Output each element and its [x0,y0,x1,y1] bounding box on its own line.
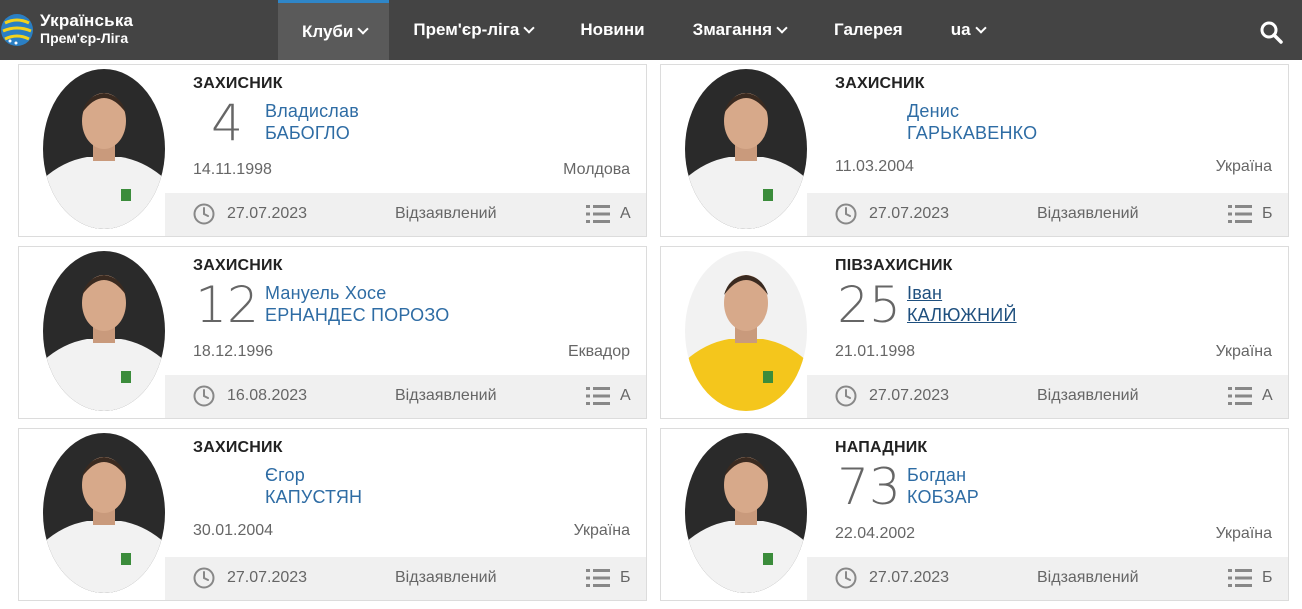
player-birth-date: 22.04.2002 [835,525,916,542]
player-position: ЗАХИСНИК [193,75,283,92]
player-birth-date: 11.03.2004 [835,158,914,175]
player-first-name[interactable]: Мануель Хосе [265,283,386,304]
squad-list-letter: А [620,205,631,222]
player-birth-date: 21.01.1998 [835,343,916,360]
player-country: Еквадор [567,343,630,360]
registration-date: 16.08.2023 [227,387,308,404]
player-last-name[interactable]: БАБОГЛО [265,123,350,144]
player-last-name[interactable]: КАЛЮЖНИЙ [907,305,1017,326]
menu-item-label: Новини [580,20,645,39]
registration-status: Відзаявлений [1037,569,1139,586]
player-country: Україна [1215,343,1272,360]
list-icon [586,387,610,405]
player-number: 12 [195,276,259,334]
list-icon [586,205,610,223]
league-ball-logo [1,14,33,46]
chevron-down-icon [357,23,370,35]
player-last-name[interactable]: ГАРЬКАВЕНКО [907,123,1037,144]
menu-item-clubs[interactable]: Клуби [278,0,390,60]
menu-item-language[interactable]: ua [927,0,1009,60]
search-icon[interactable] [1259,20,1283,44]
player-first-name[interactable]: Денис [907,101,959,122]
registration-date: 27.07.2023 [869,205,950,222]
player-photo[interactable] [685,433,807,593]
menu-item-gallery[interactable]: Галерея [810,0,927,60]
clock-icon [835,385,857,407]
player-photo[interactable] [685,69,807,229]
main-menu: Клуби Прем'єр-ліга Новини Змагання Галер… [278,0,1009,60]
player-last-name[interactable]: КАПУСТЯН [265,487,362,508]
player-country: Україна [1215,525,1272,542]
player-number: 25 [837,276,901,334]
player-number: 73 [837,458,901,516]
list-icon [586,569,610,587]
clock-icon [835,203,857,225]
player-last-name[interactable]: ЕРНАНДЕС ПОРОЗО [265,305,449,326]
player-card: ЗАХИСНИК Денис ГАРЬКАВЕНКО 11.03.2004 Ук… [660,64,1289,237]
player-number: 4 [211,94,243,152]
chevron-down-icon [776,21,788,34]
logo-line-1: Українська [40,11,134,30]
player-card: ПІВЗАХИСНИК 25 Іван КАЛЮЖНИЙ 21.01.1998 … [660,246,1289,419]
player-photo[interactable] [43,433,165,593]
chevron-down-icon [523,21,535,34]
player-position: ЗАХИСНИК [193,257,283,274]
player-country: Україна [1215,158,1272,175]
menu-item-news[interactable]: Новини [557,0,668,60]
squad-list-letter: А [1262,387,1273,404]
registration-status: Відзаявлений [395,387,497,404]
player-birth-date: 30.01.2004 [193,522,274,539]
menu-item-label: Клуби [302,21,354,41]
registration-status: Відзаявлений [395,569,497,586]
player-first-name[interactable]: Іван [907,283,942,304]
player-photo[interactable] [43,251,165,411]
squad-list-letter: А [620,387,631,404]
list-icon [1228,205,1252,223]
registration-status: Відзаявлений [1037,387,1139,404]
player-birth-date: 14.11.1998 [193,161,272,178]
squad-list-letter: Б [1262,569,1273,586]
player-card: ЗАХИСНИК Єгор КАПУСТЯН 30.01.2004 Україн… [18,428,647,601]
registration-date: 27.07.2023 [869,569,950,586]
registration-status: Відзаявлений [395,205,497,222]
player-country: Україна [573,522,630,539]
player-card: ЗАХИСНИК 12 Мануель Хосе ЕРНАНДЕС ПОРОЗО… [18,246,647,419]
menu-item-label: Змагання [692,20,773,39]
player-last-name[interactable]: КОБЗАР [907,487,979,508]
menu-item-label: ua [950,20,971,39]
player-photo[interactable] [43,69,165,229]
player-first-name[interactable]: Єгор [265,465,305,486]
player-position: ЗАХИСНИК [835,75,925,92]
clock-icon [193,385,215,407]
clock-icon [193,203,215,225]
clock-icon [193,567,215,589]
squad-list-letter: Б [1262,205,1273,222]
list-icon [1228,387,1252,405]
player-card: ЗАХИСНИК 4 Владислав БАБОГЛО 14.11.1998 … [18,64,647,237]
squad-list-letter: Б [620,569,631,586]
registration-date: 27.07.2023 [227,569,308,586]
menu-item-label: Прем'єр-ліга [413,20,520,39]
player-position: НАПАДНИК [835,439,928,456]
logo-line-2: Прем'єр-Ліга [40,30,129,46]
player-country: Молдова [563,161,630,178]
player-first-name[interactable]: Владислав [265,101,359,122]
player-card: НАПАДНИК 73 Богдан КОБЗАР 22.04.2002 Укр… [660,428,1289,601]
registration-date: 27.07.2023 [869,387,950,404]
top-nav: Українська Прем'єр-Ліга Клуби Прем'єр-лі… [0,0,1302,60]
menu-item-competitions[interactable]: Змагання [669,0,810,60]
list-icon [1228,569,1252,587]
logo-text: Українська Прем'єр-Ліга [40,11,180,46]
player-position: ПІВЗАХИСНИК [835,257,953,274]
menu-item-label: Галерея [834,20,903,39]
player-position: ЗАХИСНИК [193,439,283,456]
clock-icon [835,567,857,589]
registration-status: Відзаявлений [1037,205,1139,222]
chevron-down-icon [974,21,987,34]
player-first-name[interactable]: Богдан [907,465,966,486]
player-photo[interactable] [685,251,807,411]
menu-item-premier-league[interactable]: Прем'єр-ліга [389,0,557,60]
player-birth-date: 18.12.1996 [193,343,274,360]
registration-date: 27.07.2023 [227,205,308,222]
